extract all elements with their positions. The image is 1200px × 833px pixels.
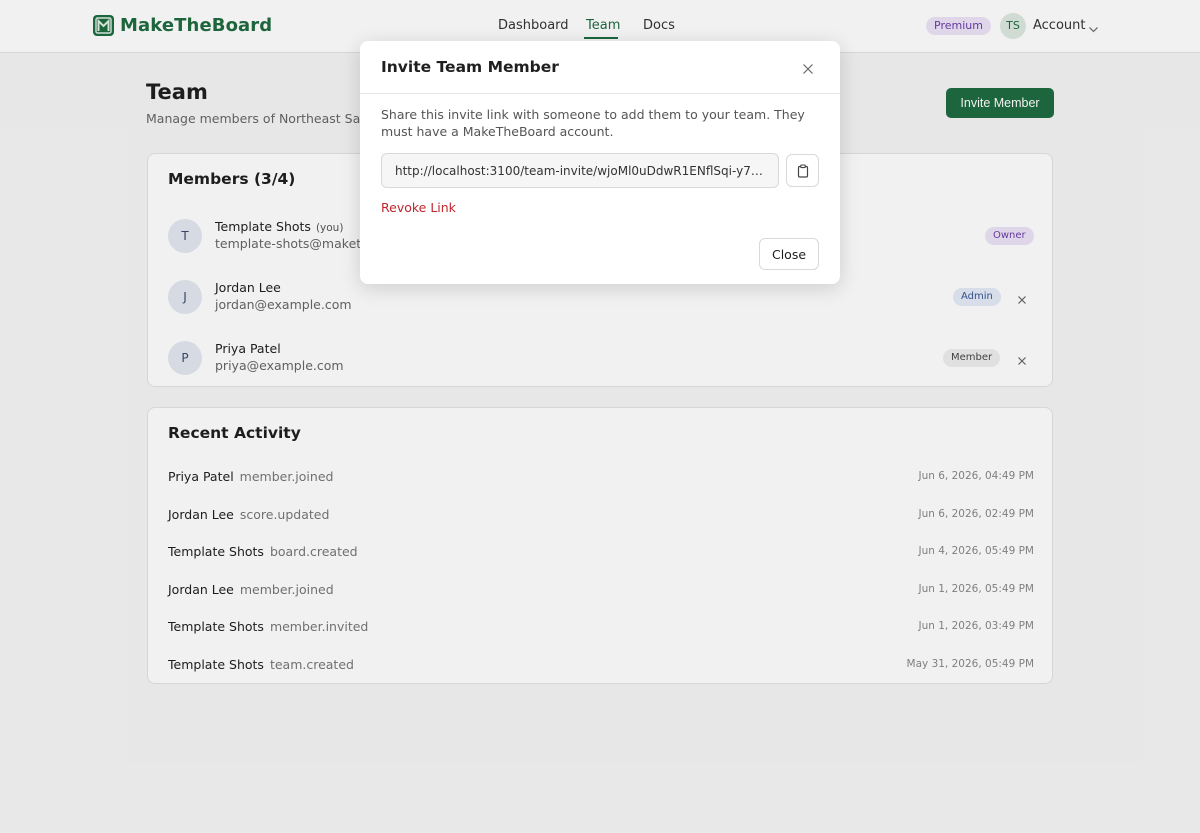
modal-description: Share this invite link with someone to a…	[381, 107, 805, 139]
invite-modal: Invite Team Member Share this invite lin…	[360, 41, 840, 284]
close-icon[interactable]	[801, 61, 815, 75]
clipboard-icon	[797, 164, 809, 178]
copy-link-button[interactable]	[786, 154, 819, 187]
modal-divider	[360, 93, 840, 94]
close-button[interactable]: Close	[759, 238, 819, 270]
revoke-link[interactable]: Revoke Link	[381, 200, 456, 215]
modal-title: Invite Team Member	[381, 58, 559, 76]
invite-link-field[interactable]	[381, 153, 779, 188]
